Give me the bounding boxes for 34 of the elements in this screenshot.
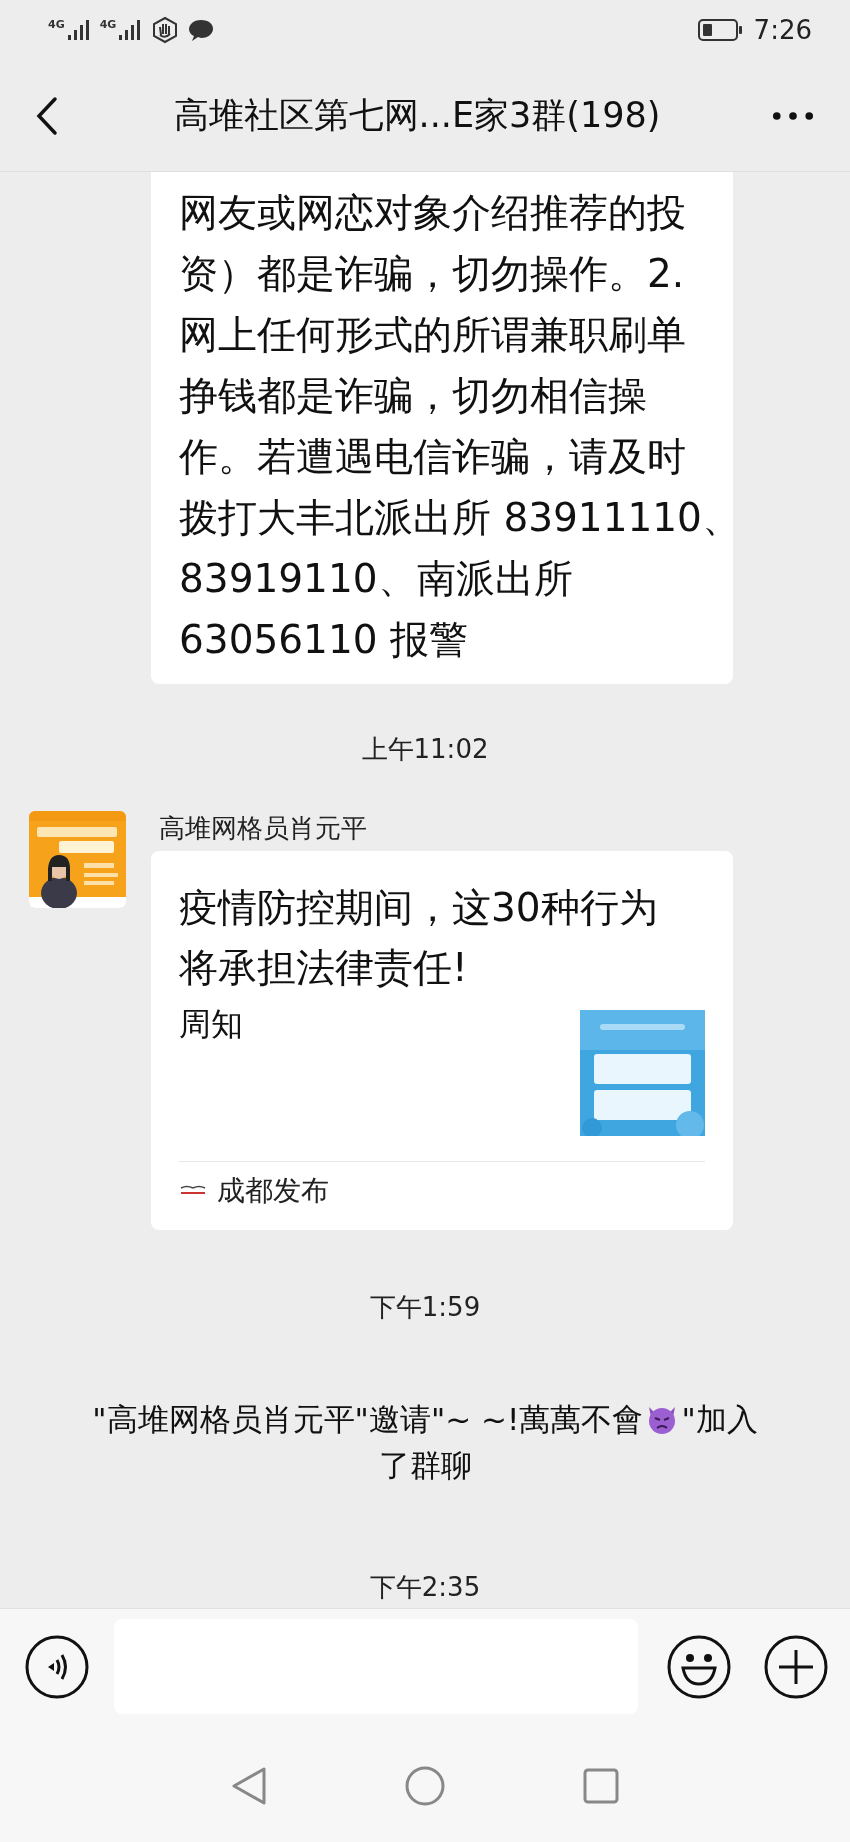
circle-home-icon bbox=[405, 1766, 445, 1806]
sender-name: 高堆网格员肖元平 bbox=[158, 812, 368, 845]
card-title: 疫情防控期间，这30种行为 将承担法律责任! bbox=[179, 884, 659, 992]
system-message: "加入 bbox=[681, 1400, 758, 1439]
back-icon bbox=[35, 95, 59, 136]
card-description: 周知 bbox=[179, 1009, 243, 1039]
plus-icon bbox=[763, 1633, 829, 1700]
smiley-icon bbox=[666, 1633, 732, 1700]
message-icon bbox=[187, 17, 216, 43]
more-icon bbox=[772, 110, 814, 121]
timestamp: 上午11:02 bbox=[360, 733, 490, 766]
voice-button[interactable] bbox=[24, 1633, 90, 1700]
system-message: 了群聊 bbox=[378, 1446, 472, 1485]
voice-icon bbox=[24, 1633, 90, 1700]
triangle-back-icon bbox=[231, 1766, 267, 1806]
link-card[interactable]: 疫情防控期间，这30种行为 将承担法律责任! 周知 成都发布 bbox=[151, 851, 733, 1230]
signal-icon bbox=[65, 19, 92, 41]
add-button[interactable] bbox=[763, 1633, 829, 1700]
hand-icon bbox=[151, 16, 180, 44]
home-nav-button[interactable] bbox=[405, 1766, 445, 1806]
network-label: 4G bbox=[48, 19, 65, 31]
square-recent-icon bbox=[583, 1768, 619, 1804]
system-message: "高堆网格员肖元平"邀请"~ ~!萬萬不會 bbox=[92, 1400, 644, 1439]
battery-icon bbox=[697, 18, 744, 42]
emoji-button[interactable] bbox=[666, 1633, 732, 1700]
message-text: 网友或网恋对象介绍推荐的投 资）都是诈骗，切勿操作。2. 网上任何形式的所谓兼职刷单 挣钱都是诈骗，切勿相信操 作。若遭遇电信诈骗，请及时 拨打大丰北派出所 83911110、 83919110、南派出所 63056110 报警 bbox=[179, 189, 713, 664]
network-label: 4G bbox=[99, 19, 117, 31]
timestamp: 下午1:59 bbox=[368, 1291, 482, 1324]
timestamp: 下午2:35 bbox=[368, 1571, 482, 1604]
chat-title: 高堆社区第七网...E家3群(198) bbox=[172, 94, 662, 137]
back-nav-button[interactable] bbox=[231, 1766, 267, 1806]
recent-apps-button[interactable] bbox=[583, 1768, 619, 1804]
source-name: 成都发布 bbox=[217, 1173, 329, 1209]
clock-time: 7:26 bbox=[753, 15, 812, 45]
